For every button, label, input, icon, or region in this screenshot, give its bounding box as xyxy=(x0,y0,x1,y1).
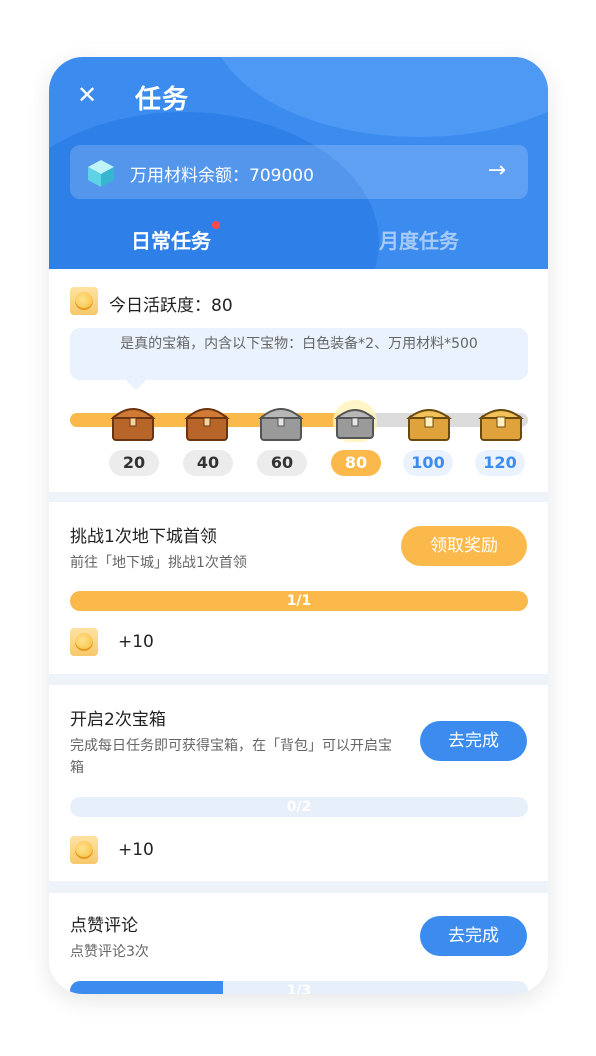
task-title: 挑战1次地下城首领 xyxy=(70,527,217,547)
task-card: 点赞评论 点赞评论3次 去完成 1/3 xyxy=(49,893,548,994)
tab-monthly[interactable]: 月度任务 xyxy=(379,225,459,254)
close-icon[interactable]: ✕ xyxy=(75,83,99,107)
go-complete-button[interactable]: 去完成 xyxy=(420,916,527,956)
reward-text: +10 xyxy=(118,840,154,860)
task-desc: 完成每日任务即可获得宝箱，在「背包」可以开启宝箱 xyxy=(70,738,392,776)
milestone-40: 40 xyxy=(183,450,233,476)
go-complete-button[interactable]: 去完成 xyxy=(420,721,527,761)
milestone-100: 100 xyxy=(403,450,453,476)
milestone-120: 120 xyxy=(475,450,525,476)
task-screen: ✕ 任务 万用材料余额：709000 → 日常任务 月度任务 今日活跃度：80 … xyxy=(49,57,548,994)
chest-icon-80[interactable] xyxy=(331,400,379,442)
chest-icon-60[interactable] xyxy=(257,400,305,442)
tab-daily[interactable]: 日常任务 xyxy=(131,225,211,254)
coin-icon xyxy=(70,287,98,315)
milestone-60: 60 xyxy=(257,450,307,476)
task-desc: 前往「地下城」挑战1次首领 xyxy=(70,555,247,571)
claim-reward-button[interactable]: 领取奖励 xyxy=(401,526,527,566)
task-desc: 点赞评论3次 xyxy=(70,944,149,960)
task-progress: 0/2 xyxy=(70,797,528,817)
cube-icon xyxy=(88,160,114,187)
task-progress: 1/3 xyxy=(70,981,528,994)
page-title: 任务 xyxy=(135,85,190,115)
milestone-20: 20 xyxy=(109,450,159,476)
task-card: 开启2次宝箱 完成每日任务即可获得宝箱，在「背包」可以开启宝箱 去完成 0/2 … xyxy=(49,685,548,881)
chest-icon-20[interactable] xyxy=(109,400,157,442)
reward-text: +10 xyxy=(118,632,154,652)
coin-icon xyxy=(70,628,98,656)
notification-dot xyxy=(212,221,220,229)
task-progress: 1/1 xyxy=(70,591,528,611)
task-title: 开启2次宝箱 xyxy=(70,710,166,730)
activity-label: 今日活跃度：80 xyxy=(109,296,233,316)
task-progress-text: 1/1 xyxy=(286,593,312,609)
arrow-right-icon[interactable]: → xyxy=(488,158,506,183)
balance-label: 万用材料余额：709000 xyxy=(130,166,314,186)
chest-tooltip: 是真的宝箱，内含以下宝物：白色装备*2、万用材料*500 xyxy=(70,328,528,390)
coin-icon xyxy=(70,836,98,864)
task-title: 点赞评论 xyxy=(70,916,138,936)
task-progress-text: 0/2 xyxy=(286,799,312,815)
milestone-80: 80 xyxy=(331,450,381,476)
task-card: 挑战1次地下城首领 前往「地下城」挑战1次首领 领取奖励 1/1 +10 xyxy=(49,502,548,674)
chest-icon-120[interactable] xyxy=(477,400,525,442)
task-progress-text: 1/3 xyxy=(286,983,312,994)
balance-bar[interactable]: 万用材料余额：709000 → xyxy=(70,145,528,199)
header: ✕ 任务 万用材料余额：709000 → 日常任务 月度任务 xyxy=(49,57,548,269)
chest-icon-100[interactable] xyxy=(405,400,453,442)
chest-icon-40[interactable] xyxy=(183,400,231,442)
